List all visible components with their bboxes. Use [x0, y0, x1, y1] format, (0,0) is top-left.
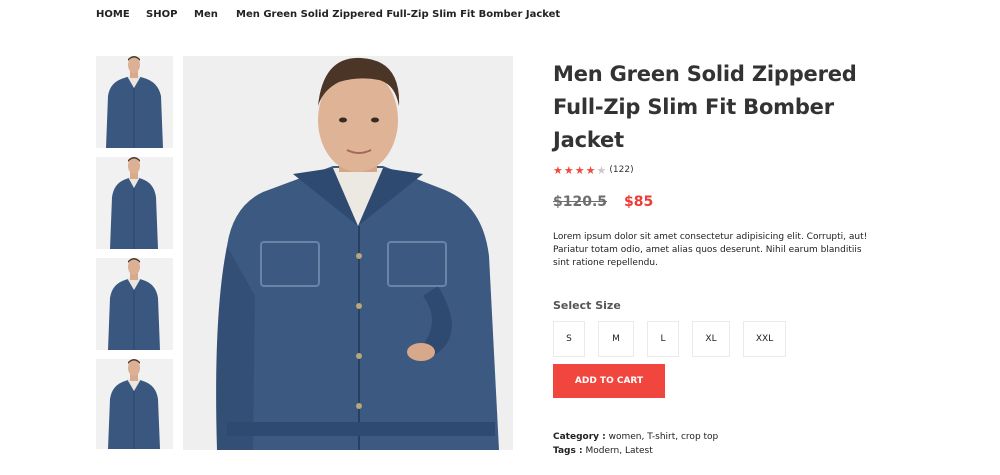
model-photo	[183, 56, 513, 450]
size-option-l[interactable]: L	[647, 321, 679, 357]
add-to-cart-button[interactable]: ADD TO CART	[553, 364, 665, 398]
product-rating: ★ ★ ★ ★ ★ (122)	[553, 163, 883, 177]
breadcrumb-current: Men Green Solid Zippered Full-Zip Slim F…	[236, 9, 561, 20]
star-icon: ★	[596, 163, 607, 177]
star-icon: ★	[563, 163, 574, 177]
product-thumbnail[interactable]	[96, 157, 173, 249]
product-main-image[interactable]	[183, 56, 513, 450]
product-description: Lorem ipsum dolor sit amet consectetur a…	[553, 232, 868, 268]
category-value[interactable]: women, T-shirt, crop top	[609, 432, 719, 442]
breadcrumb-home-link[interactable]: HOME	[96, 9, 130, 20]
product-info: Men Green Solid Zippered Full-Zip Slim F…	[553, 58, 883, 398]
size-option-xxl[interactable]: XXL	[743, 321, 786, 357]
size-options: S M L XL XXL	[553, 321, 883, 357]
model-photo-thumbnail	[96, 157, 173, 249]
breadcrumb-men-link[interactable]: Men	[194, 9, 218, 20]
product-title: Men Green Solid Zippered Full-Zip Slim F…	[553, 62, 857, 152]
tags-row: Tags : Modern, Latest	[553, 444, 718, 458]
model-photo-thumbnail	[96, 359, 173, 449]
select-size-label: Select Size	[553, 299, 621, 312]
star-icon: ★	[553, 163, 563, 177]
model-photo-thumbnail	[96, 56, 173, 148]
breadcrumb-shop-link[interactable]: SHOP	[146, 9, 177, 20]
star-icon: ★	[574, 163, 585, 177]
size-option-s[interactable]: S	[553, 321, 585, 357]
product-thumbnail[interactable]	[96, 359, 173, 449]
product-meta: Category : women, T-shirt, crop top Tags…	[553, 430, 718, 458]
category-label: Category :	[553, 432, 606, 442]
review-count[interactable]: (122)	[609, 165, 633, 175]
product-thumbnail[interactable]	[96, 258, 173, 350]
category-row: Category : women, T-shirt, crop top	[553, 430, 718, 444]
product-thumbnail[interactable]	[96, 56, 173, 148]
sale-price: $85	[624, 194, 654, 210]
tags-value[interactable]: Modern, Latest	[585, 446, 652, 456]
original-price: $120.5	[553, 194, 608, 210]
thumbnail-gallery	[96, 56, 173, 449]
rating-stars: ★ ★ ★ ★ ★	[553, 165, 606, 176]
model-photo-thumbnail	[96, 258, 173, 350]
tags-label: Tags :	[553, 446, 583, 456]
price-block: $120.5 $85	[553, 194, 883, 212]
size-option-m[interactable]: M	[598, 321, 634, 357]
star-icon: ★	[585, 163, 596, 177]
size-option-xl[interactable]: XL	[692, 321, 730, 357]
